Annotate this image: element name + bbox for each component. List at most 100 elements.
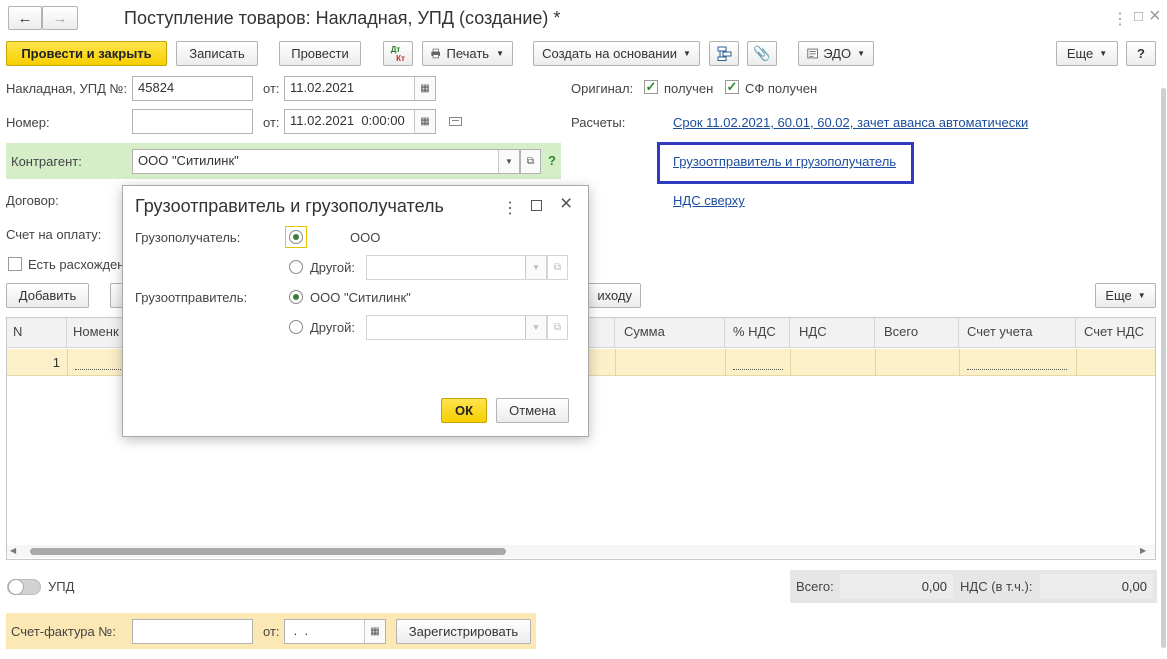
row-column-divider (875, 349, 876, 376)
table-more-button[interactable]: Еще ▼ (1095, 283, 1156, 308)
account-cell-placeholder[interactable] (967, 369, 1067, 370)
add-row-button[interactable]: Добавить (6, 283, 89, 308)
chevron-down-icon[interactable]: ▼ (525, 316, 546, 339)
sf-date-input[interactable]: . . ▦ (284, 619, 386, 644)
open-icon: ⧉ (553, 322, 562, 333)
calendar-icon[interactable]: ▦ (414, 77, 435, 100)
more-button[interactable]: Еще ▼ (1056, 41, 1118, 66)
vat-total-label: НДС (в т.ч.): (960, 579, 1033, 594)
contract-label: Договор: (6, 193, 59, 208)
sf-date-from-label: от: (263, 624, 280, 639)
chevron-down-icon: ▼ (496, 49, 504, 58)
number-label: Номер: (6, 115, 50, 130)
column-header-n[interactable]: N (7, 318, 67, 348)
settlements-link[interactable]: Срок 11.02.2021, 60.01, 60.02, зачет ава… (673, 115, 1028, 130)
chevron-down-icon: ▼ (1099, 49, 1108, 58)
close-icon[interactable]: × (1149, 5, 1161, 28)
back-button[interactable]: ← (8, 6, 42, 30)
window-title: Поступление товаров: Накладная, УПД (соз… (124, 8, 561, 28)
comment-icon[interactable] (449, 117, 462, 126)
chevron-down-icon: ▼ (1137, 291, 1146, 300)
shipper-other-radio[interactable] (289, 320, 303, 334)
post-button[interactable]: Провести (279, 41, 361, 66)
shipper-consignee-link[interactable]: Грузоотправитель и грузополучатель (673, 154, 896, 169)
sf-date-value: . . (290, 623, 309, 638)
column-header-account[interactable]: Счет учета (959, 318, 1076, 348)
consignee-open-button[interactable]: ⧉ (547, 255, 568, 280)
shipper-counterparty-radio[interactable] (289, 290, 303, 304)
discrepancy-checkbox[interactable] (8, 257, 22, 271)
maximize-icon[interactable]: □ (1134, 8, 1143, 25)
register-button[interactable]: Зарегистрировать (396, 619, 531, 644)
vat-link[interactable]: НДС сверху (673, 193, 745, 208)
vat-rate-cell-placeholder[interactable] (733, 369, 783, 370)
consignee-value: ООО (350, 230, 381, 245)
create-based-label: Создать на основании (542, 46, 677, 61)
received-checkbox[interactable]: ✓ (644, 79, 658, 94)
open-icon: ⧉ (553, 262, 562, 273)
settlements-label: Расчеты: (571, 115, 626, 130)
invoice-date-input[interactable]: 11.02.2021 ▦ (284, 76, 436, 101)
scroll-right-icon[interactable]: ▶ (1140, 546, 1146, 555)
edo-icon (807, 48, 818, 59)
more-label: Еще (1066, 46, 1094, 61)
arrow-right-icon: → (52, 9, 68, 27)
open-counterparty-button[interactable]: ⧉ (520, 149, 541, 174)
column-header-vat[interactable]: НДС (790, 318, 875, 348)
row-column-divider (615, 349, 616, 376)
edo-button[interactable]: ЭДО ▼ (798, 41, 874, 66)
item-cell-placeholder[interactable] (75, 369, 123, 370)
structure-button[interactable] (709, 41, 739, 66)
consignee-other-radio[interactable] (289, 260, 303, 274)
row-number: 1 (52, 355, 60, 370)
dialog-maximize-icon[interactable] (531, 200, 542, 211)
sf-invoice-input[interactable] (132, 619, 253, 644)
counterparty-input[interactable]: ООО "Ситилинк" ▼ (132, 149, 520, 174)
post-and-close-button[interactable]: Провести и закрыть (6, 41, 167, 66)
counterparty-help-icon[interactable]: ? (548, 153, 556, 168)
received-label: получен (664, 81, 714, 96)
shipper-value: ООО "Ситилинк" (310, 290, 411, 305)
sf-invoice-label: Счет-фактура №: (11, 624, 116, 639)
calendar-icon[interactable]: ▦ (364, 620, 385, 643)
print-button[interactable]: Печать ▼ (422, 41, 513, 66)
consignee-same-radio[interactable] (289, 230, 303, 244)
dialog-more-icon[interactable]: ⋮ (502, 198, 518, 218)
vertical-scrollbar-thumb[interactable] (1161, 88, 1166, 648)
discrepancy-label: Есть расхожден (28, 257, 125, 272)
table-more-label: Еще (1105, 288, 1132, 303)
horizontal-scrollbar-thumb[interactable] (30, 548, 506, 555)
sf-received-checkbox[interactable]: ✓ (725, 79, 739, 94)
more-icon[interactable]: ⋮ (1112, 9, 1128, 29)
scroll-left-icon[interactable]: ◀ (10, 546, 16, 555)
chevron-down-icon[interactable]: ▼ (525, 256, 546, 279)
help-button[interactable]: ? (1126, 41, 1156, 66)
row-column-divider (1076, 349, 1077, 376)
column-header-total[interactable]: Всего (875, 318, 959, 348)
shipper-other-input[interactable]: ▼ (366, 315, 547, 340)
attach-button[interactable]: 📎 (747, 41, 777, 66)
upd-toggle[interactable] (7, 579, 41, 595)
consignee-other-input[interactable]: ▼ (366, 255, 547, 280)
column-header-sum[interactable]: Сумма (615, 318, 725, 348)
column-header-vat-rate[interactable]: % НДС (725, 318, 790, 348)
dialog-close-icon[interactable]: × (560, 192, 572, 216)
invoice-number-input[interactable]: 45824 (132, 76, 253, 101)
column-header-vat-account[interactable]: Счет НДС (1076, 318, 1155, 348)
cancel-button[interactable]: Отмена (496, 398, 569, 423)
shipper-open-button[interactable]: ⧉ (547, 315, 568, 340)
number-input[interactable] (132, 109, 253, 134)
forward-button[interactable]: → (42, 6, 78, 30)
shipper-label: Грузоотправитель: (135, 290, 248, 305)
invoice-date-value: 11.02.2021 (290, 80, 355, 95)
ok-button[interactable]: ОК (441, 398, 487, 423)
row-column-divider (959, 349, 960, 376)
consignee-other-label: Другой: (310, 260, 355, 275)
dt-icon-label: Дт (390, 44, 401, 54)
number-datetime-input[interactable]: 11.02.2021 0:00:00 ▦ (284, 109, 436, 134)
chevron-down-icon[interactable]: ▼ (498, 150, 519, 173)
save-button[interactable]: Записать (176, 41, 258, 66)
dtkt-button[interactable]: Дт Кт (383, 41, 413, 66)
create-based-on-button[interactable]: Создать на основании ▼ (533, 41, 700, 66)
calendar-icon[interactable]: ▦ (414, 110, 435, 133)
